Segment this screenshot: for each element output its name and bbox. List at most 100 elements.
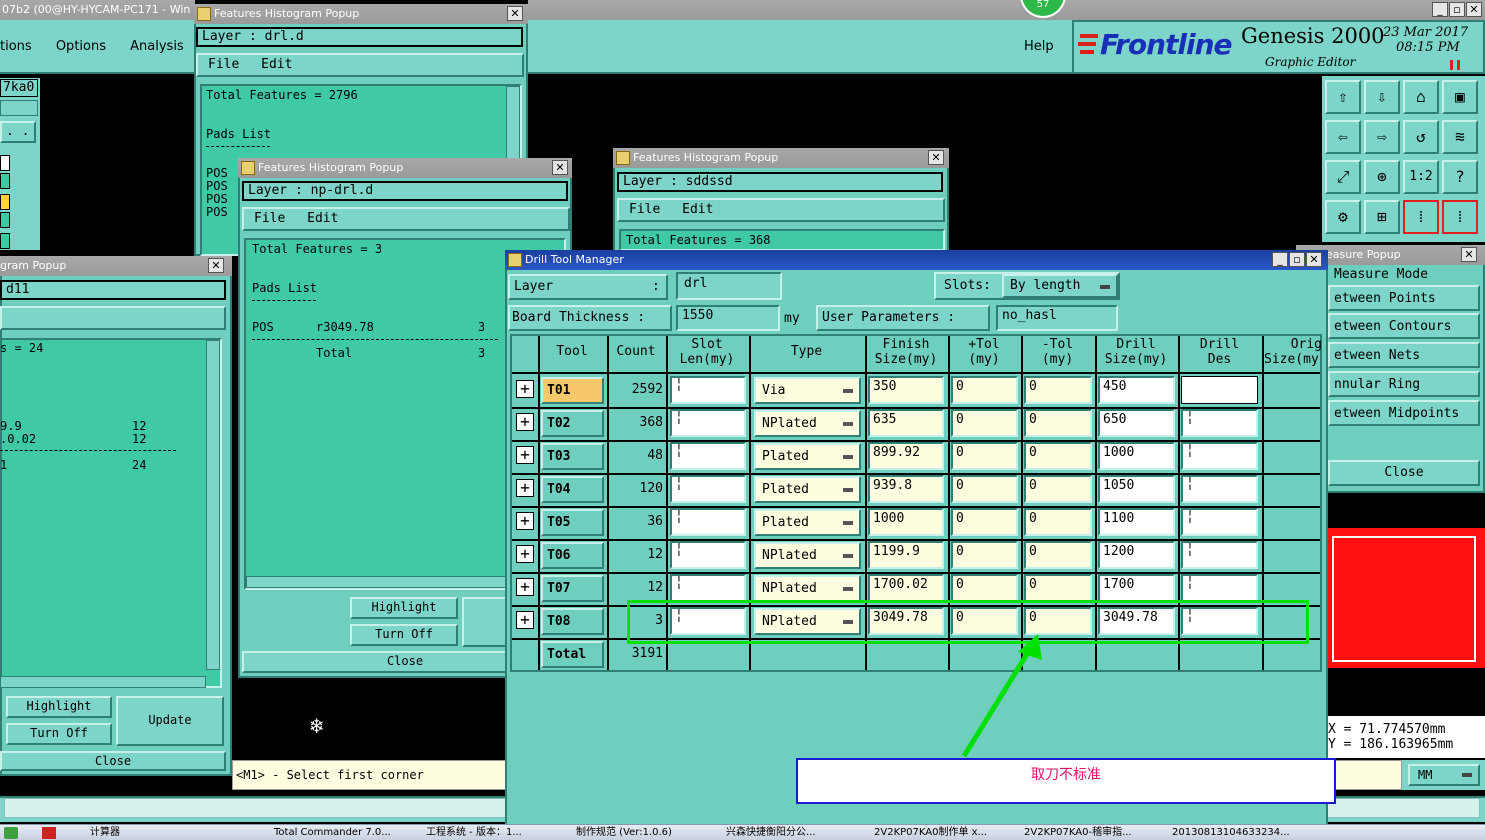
taskbar-item-xingsen[interactable]: 兴森快捷衡阳分公... [704, 826, 850, 840]
finish-size-input[interactable]: 635 [868, 409, 944, 437]
drl-menu-edit[interactable]: Edit [261, 57, 292, 72]
drl-popup-titlebar[interactable]: Features Histogram Popup [194, 4, 528, 24]
dtm-close-button[interactable]: ✕ [1306, 252, 1322, 267]
left-swatch-4[interactable] [0, 212, 10, 228]
sddssd-popup-layer-field[interactable]: Layer : sddssd [617, 172, 943, 192]
npdrl-popup-hscroll[interactable] [246, 576, 546, 588]
icon-tool-1[interactable]: ⇧ [1325, 80, 1361, 114]
minimize-button[interactable]: _ [1432, 2, 1448, 17]
minus-tol-input[interactable]: 0 [1024, 475, 1092, 503]
tool-t07-button[interactable]: T07 [541, 575, 604, 602]
left-popup-hscroll[interactable] [0, 676, 206, 688]
left-popup-close-button[interactable]: ✕ [208, 258, 224, 273]
finish-size-input[interactable]: 1700.02 [868, 574, 944, 602]
row-expand-icon[interactable]: + [516, 512, 534, 530]
drl-menu-file[interactable]: File [208, 57, 239, 72]
left-swatch-2[interactable] [0, 173, 10, 189]
left-swatch-3[interactable] [0, 194, 10, 210]
type-dropdown[interactable]: NPlated [754, 410, 861, 437]
left-update-button[interactable]: Update [116, 696, 224, 746]
units-dropdown[interactable]: MM [1408, 764, 1480, 786]
icon-tool-6[interactable]: ⇨ [1364, 120, 1400, 154]
measure-item-between-nets[interactable]: etween Nets [1328, 342, 1480, 368]
row-expand-icon[interactable]: + [516, 545, 534, 563]
drill-des-input[interactable]: ╎ [1181, 409, 1258, 437]
dtm-board-input[interactable]: 1550 [676, 305, 780, 331]
left-swatch-5[interactable] [0, 233, 10, 249]
finish-size-input[interactable]: 899.92 [868, 442, 944, 470]
sddssd-popup-titlebar[interactable]: Features Histogram Popup [613, 148, 949, 168]
drill-size-input[interactable]: 1000 [1098, 442, 1175, 470]
slot-len-input[interactable]: ╎ [670, 508, 746, 536]
plus-tol-input[interactable]: 0 [951, 442, 1018, 470]
measure-popup-close-icon[interactable]: ✕ [1461, 247, 1477, 262]
icon-tool-7[interactable]: ↺ [1403, 120, 1439, 154]
drill-des-input[interactable]: ╎ [1181, 475, 1258, 503]
finish-size-input[interactable]: 350 [868, 376, 944, 404]
left-popup-scrollbar[interactable] [206, 340, 220, 670]
drill-size-input[interactable]: 450 [1098, 376, 1175, 404]
tool-t03-button[interactable]: T03 [541, 443, 604, 470]
row-expand-icon[interactable]: + [516, 611, 534, 629]
row-expand-icon[interactable]: + [516, 380, 534, 398]
row-expand-icon[interactable]: + [516, 446, 534, 464]
dots-button[interactable]: . . [0, 121, 36, 143]
icon-tool-13[interactable]: ⚙ [1325, 200, 1361, 234]
menu-options[interactable]: Options [56, 39, 106, 54]
slot-len-input[interactable]: ╎ [670, 409, 746, 437]
sddssd-popup-close-button[interactable]: ✕ [928, 150, 944, 165]
dtm-minimize-button[interactable]: _ [1272, 252, 1288, 267]
plus-tol-input[interactable]: 0 [951, 376, 1018, 404]
slot-len-input[interactable]: ╎ [670, 475, 746, 503]
slot-len-input[interactable]: ╎ [670, 541, 746, 569]
npdrl-highlight-button[interactable]: Highlight [350, 597, 458, 619]
icon-tool-4[interactable]: ▣ [1442, 80, 1478, 114]
dtm-user-params-input[interactable]: no_hasl [996, 305, 1118, 331]
measure-item-between-contours[interactable]: etween Contours [1328, 313, 1480, 339]
drill-des-input[interactable] [1181, 376, 1258, 404]
slot-len-input[interactable]: ╎ [670, 574, 746, 602]
plus-tol-input[interactable]: 0 [951, 541, 1018, 569]
drill-des-input[interactable]: ╎ [1181, 574, 1258, 602]
grid-icon[interactable]: ⊞ [1364, 200, 1400, 234]
tool-t04-button[interactable]: T04 [541, 476, 604, 503]
taskbar-item-engineering[interactable]: 工程系统 - 版本：1... [404, 826, 544, 840]
net-icon[interactable]: ⁞ [1403, 200, 1439, 234]
minus-tol-input[interactable]: 0 [1024, 508, 1092, 536]
dtm-maximize-button[interactable]: ▫ [1289, 252, 1305, 267]
sddssd-menu-edit[interactable]: Edit [682, 202, 713, 217]
zoom-center-icon[interactable]: ⊕ [1364, 160, 1400, 194]
npdrl-turn-off-button[interactable]: Turn Off [350, 624, 458, 646]
slot-len-input[interactable]: ╎ [670, 442, 746, 470]
measure-item-between-points[interactable]: etween Points [1328, 285, 1480, 311]
menu-tions[interactable]: tions [0, 39, 32, 54]
icon-tool-8[interactable]: ≋ [1442, 120, 1478, 154]
tool-t01-button[interactable]: T01 [541, 377, 604, 404]
icon-tool-2[interactable]: ⇩ [1364, 80, 1400, 114]
finish-size-input[interactable]: 1199.9 [868, 541, 944, 569]
measure-item-annular-ring[interactable]: nnular Ring [1328, 371, 1480, 397]
tool-t06-button[interactable]: T06 [541, 542, 604, 569]
row-expand-icon[interactable]: + [516, 578, 534, 596]
close-button[interactable]: ✕ [1466, 2, 1482, 17]
finish-size-input[interactable]: 939.8 [868, 475, 944, 503]
taskbar-item-calculator[interactable]: 计算器 [72, 826, 212, 840]
menu-analysis[interactable]: Analysis [130, 39, 184, 54]
taskbar-item-audit[interactable]: 2V2KP07KA0-稽审指... [1002, 826, 1144, 840]
taskbar-item-order[interactable]: 2V2KP07KA0制作单 x... [854, 826, 996, 840]
left-turn-off-button[interactable]: Turn Off [6, 723, 112, 745]
tool-t08-button[interactable]: T08 [541, 608, 604, 635]
sddssd-menu-file[interactable]: File [629, 202, 660, 217]
npdrl-popup-titlebar[interactable]: Features Histogram Popup [238, 158, 572, 178]
minus-tol-input[interactable]: 0 [1024, 409, 1092, 437]
minus-tol-input[interactable]: 0 [1024, 574, 1092, 602]
slot-len-input[interactable]: ╎ [670, 376, 746, 404]
minus-tol-input[interactable]: 0 [1024, 541, 1092, 569]
help-icon[interactable]: ? [1442, 160, 1478, 194]
drill-des-input[interactable]: ╎ [1181, 508, 1258, 536]
pdf-icon[interactable] [42, 827, 56, 839]
drl-popup-close-button[interactable]: ✕ [507, 6, 523, 21]
drill-size-input[interactable]: 650 [1098, 409, 1175, 437]
drill-size-input[interactable]: 1100 [1098, 508, 1175, 536]
tool-t05-button[interactable]: T05 [541, 509, 604, 536]
